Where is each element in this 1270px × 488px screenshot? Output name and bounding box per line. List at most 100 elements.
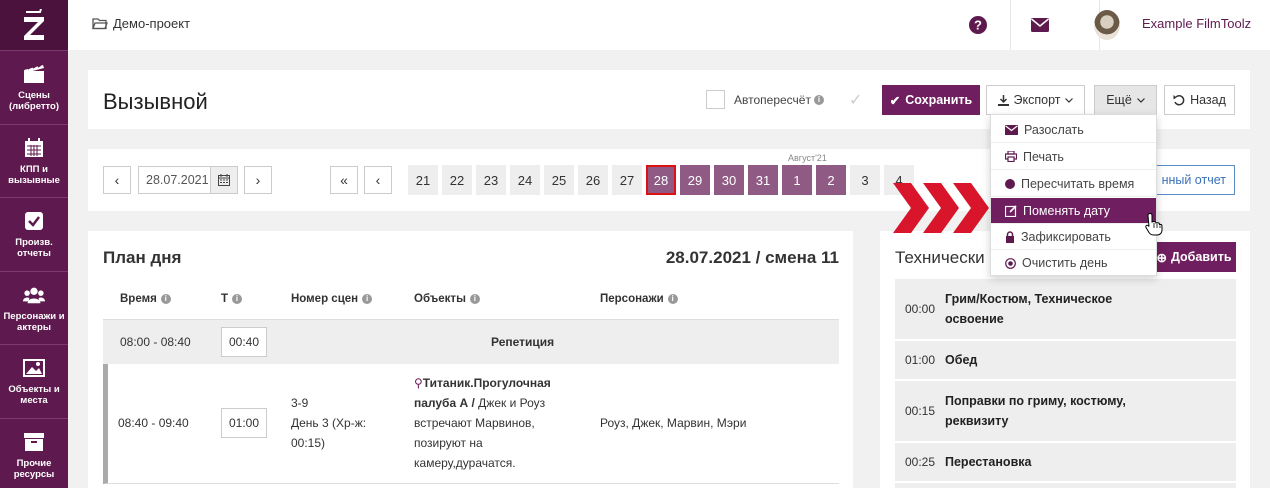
autorecalc-checkbox[interactable] bbox=[706, 90, 725, 109]
info-icon[interactable]: i bbox=[813, 95, 824, 105]
scene-line: День 3 (Хр-ж: bbox=[291, 416, 367, 430]
sidebar-item-label: КПП и вызывные bbox=[8, 163, 60, 186]
sidebar-item-reports[interactable]: Произв. отчеты bbox=[0, 197, 68, 271]
mail-icon bbox=[1031, 18, 1049, 32]
logo-icon bbox=[24, 9, 44, 40]
scene-numbers[interactable]: 3-9 День 3 (Хр-ж: 00:15) bbox=[291, 393, 366, 453]
menu-item-recalc[interactable]: Пересчитать время bbox=[991, 171, 1156, 197]
day-25[interactable]: 25 bbox=[544, 165, 574, 195]
day-27[interactable]: 27 bbox=[612, 165, 642, 195]
column-t: Тi bbox=[221, 293, 243, 305]
menu-item-label: Зафиксировать bbox=[1021, 229, 1111, 244]
list-item[interactable]: 01:00 Обед bbox=[895, 341, 1236, 381]
column-label: Номер сцен bbox=[291, 293, 359, 305]
item-duration: 00:25 bbox=[905, 455, 936, 469]
back-button[interactable]: Назад bbox=[1164, 85, 1235, 115]
avatar[interactable] bbox=[1094, 10, 1120, 40]
calendar-icon bbox=[23, 137, 45, 159]
breadcrumb[interactable]: Демо-проект bbox=[92, 16, 190, 31]
menu-item-change-date[interactable]: Поменять дату bbox=[991, 198, 1156, 224]
day-28-selected[interactable]: 28 bbox=[646, 165, 676, 195]
pointer-arrows bbox=[893, 183, 991, 236]
sidebar-item-label: Прочие ресурсы bbox=[13, 457, 55, 480]
sidebar-item-objects[interactable]: Объекты и места bbox=[0, 344, 68, 418]
divider bbox=[1010, 0, 1011, 50]
breadcrumb-project[interactable]: Демо-проект bbox=[113, 16, 190, 31]
list-item[interactable]: 00:15 Поправки по гриму, костюму, реквиз… bbox=[895, 381, 1236, 443]
help-icon: ? bbox=[969, 16, 987, 34]
technical-list: 00:00 Грим/Костюм, Техническое освоение … bbox=[895, 279, 1236, 488]
month-label: Август'21 bbox=[788, 153, 827, 163]
chevron-down-icon bbox=[1136, 97, 1145, 103]
hand-cursor-icon bbox=[1145, 212, 1163, 239]
sidebar-item-scenes[interactable]: Сцены (либретто) bbox=[0, 50, 68, 124]
sidebar-item-characters[interactable]: Персонажи и актеры bbox=[0, 270, 68, 345]
menu-item-label: Разослать bbox=[1024, 122, 1084, 137]
object-description: встречают Марвинов, bbox=[414, 416, 535, 430]
day-30[interactable]: 30 bbox=[714, 165, 744, 195]
day-26[interactable]: 26 bbox=[578, 165, 608, 195]
item-duration: 01:00 bbox=[905, 353, 936, 367]
column-time: Время i bbox=[120, 293, 171, 305]
export-button[interactable]: Экспорт bbox=[986, 85, 1085, 115]
info-icon[interactable]: i bbox=[469, 294, 480, 304]
prev-day-button[interactable]: ‹ bbox=[364, 166, 392, 194]
first-day-button[interactable]: « bbox=[330, 166, 358, 194]
menu-item-label: Печать bbox=[1023, 149, 1064, 164]
item-line: Перестановка bbox=[945, 455, 1032, 469]
object-description: камеру,дурачатся. bbox=[414, 456, 516, 470]
menu-item-lock[interactable]: Зафиксировать bbox=[991, 224, 1156, 250]
save-button[interactable]: ✔ Сохранить bbox=[882, 85, 980, 115]
prev-date-button[interactable]: ‹ bbox=[103, 166, 131, 194]
next-date-button[interactable]: › bbox=[244, 166, 272, 194]
report-button[interactable]: нный отчет bbox=[1150, 165, 1235, 195]
table-row-rehearsal[interactable]: 08:00 - 08:40 00:40 Репетиция bbox=[103, 320, 839, 364]
scene-line: 00:15) bbox=[291, 436, 326, 450]
duration-input[interactable]: 01:00 bbox=[221, 408, 267, 438]
user-name[interactable]: Example FilmToolz bbox=[1142, 16, 1251, 31]
day-3[interactable]: 3 bbox=[850, 165, 880, 195]
more-label: Ещё bbox=[1106, 93, 1132, 107]
sidebar-item-kpp[interactable]: КПП и вызывные bbox=[0, 123, 68, 198]
objects-cell[interactable]: ⚲Титаник.Прогулочная палуба А / Джек и Р… bbox=[414, 373, 594, 473]
menu-item-clear[interactable]: Очистить день bbox=[991, 250, 1156, 276]
autorecalc-text: Автопересчёт bbox=[734, 93, 811, 107]
check-icon: ✔ bbox=[889, 93, 901, 108]
day-1[interactable]: 1 bbox=[782, 165, 812, 195]
topbar: Демо-проект ? Example FilmToolz bbox=[68, 0, 1270, 50]
day-22[interactable]: 22 bbox=[442, 165, 472, 195]
day-23[interactable]: 23 bbox=[476, 165, 506, 195]
info-icon[interactable]: i bbox=[667, 294, 678, 304]
table-row[interactable]: 08:40 - 09:40 01:00 3-9 День 3 (Хр-ж: 00… bbox=[103, 364, 839, 484]
menu-item-print[interactable]: Печать bbox=[991, 144, 1156, 170]
list-item[interactable]: 00:00 Грим/Костюм, Техническое освоение bbox=[895, 279, 1236, 341]
clapperboard-icon bbox=[23, 63, 45, 85]
column-objects: Объекты i bbox=[414, 293, 480, 305]
duration-input[interactable]: 00:40 bbox=[221, 327, 267, 357]
more-button[interactable]: Ещё bbox=[1094, 85, 1157, 115]
characters-cell[interactable]: Роуз, Джек, Марвин, Мэри bbox=[600, 413, 746, 433]
day-31[interactable]: 31 bbox=[748, 165, 778, 195]
item-duration: 00:00 bbox=[905, 302, 936, 316]
list-item[interactable]: 00:25 Перестановка bbox=[895, 443, 1236, 483]
day-24[interactable]: 24 bbox=[510, 165, 540, 195]
day-2[interactable]: 2 bbox=[816, 165, 846, 195]
sidebar-item-label: Произв. отчеты bbox=[15, 237, 53, 259]
day-21[interactable]: 21 bbox=[408, 165, 438, 195]
messages-button[interactable] bbox=[1028, 0, 1052, 50]
clear-icon bbox=[1005, 257, 1016, 269]
info-icon[interactable]: i bbox=[160, 294, 171, 304]
day-29[interactable]: 29 bbox=[680, 165, 710, 195]
app-logo[interactable] bbox=[0, 0, 68, 50]
help-button[interactable]: ? bbox=[961, 0, 995, 50]
column-scenes: Номер сцен i bbox=[291, 293, 373, 305]
menu-item-send[interactable]: Разослать bbox=[991, 117, 1156, 143]
info-icon[interactable]: i bbox=[362, 294, 373, 304]
image-icon bbox=[23, 357, 45, 379]
edit-icon bbox=[1005, 204, 1017, 217]
autorecalc-label: Автопересчёт i bbox=[734, 93, 824, 107]
info-icon[interactable]: i bbox=[232, 294, 243, 304]
add-button[interactable]: ⊕ Добавить bbox=[1152, 242, 1236, 272]
calendar-button[interactable] bbox=[210, 166, 238, 194]
sidebar-item-resources[interactable]: Прочие ресурсы bbox=[0, 417, 68, 488]
